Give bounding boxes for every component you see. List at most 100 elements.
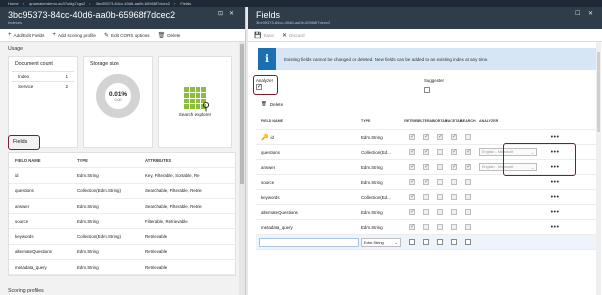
info-text: Existing fields cannot be changed or del… bbox=[284, 56, 489, 62]
attribute-checkbox[interactable] bbox=[437, 164, 443, 170]
table-row[interactable]: alternateQuestions Edm.String ••• bbox=[256, 205, 596, 220]
new-field-name-input[interactable] bbox=[259, 237, 359, 247]
table-cell: id bbox=[15, 172, 19, 178]
table-row[interactable]: answer Edm.String Searchable, Filterable, … bbox=[9, 199, 235, 215]
field-name-text: metadata_query bbox=[261, 224, 293, 230]
attribute-checkbox[interactable] bbox=[451, 163, 457, 170]
more-options-icon[interactable]: ••• bbox=[545, 179, 565, 186]
attribute-checkbox[interactable] bbox=[437, 179, 443, 185]
analyzer-toggle[interactable]: Analyzer bbox=[253, 75, 278, 95]
attribute-checkbox[interactable] bbox=[423, 133, 429, 140]
field-type: Collection(Ed... bbox=[361, 194, 391, 200]
table-row[interactable]: keywords Collection(Ed... ••• bbox=[256, 190, 596, 205]
edit-cors-button[interactable]: ✎ Edit CORS options bbox=[104, 32, 150, 39]
attribute-checkbox[interactable] bbox=[465, 194, 471, 200]
table-row[interactable]: id Edm.String Key, Filterable, Sortable, R… bbox=[9, 168, 235, 184]
more-options-icon[interactable]: ••• bbox=[545, 194, 565, 201]
attribute-checkbox[interactable] bbox=[451, 194, 457, 200]
breadcrumb-home[interactable]: Home bbox=[8, 1, 19, 6]
attribute-checkbox[interactable] bbox=[465, 163, 471, 170]
delete-field-button[interactable]: 🗑 Delete bbox=[261, 101, 283, 107]
index-command-bar: + Add/Edit Fields + Add scoring profile ✎ E… bbox=[0, 29, 245, 42]
right-scrollbar[interactable] bbox=[596, 42, 601, 295]
save-button[interactable]: 💾 Save bbox=[254, 32, 274, 39]
attribute-checkbox[interactable] bbox=[423, 148, 429, 155]
table-cell: Collection(Edm.String) bbox=[77, 234, 121, 240]
chevron-down-icon: ⌄ bbox=[394, 239, 398, 245]
search-explorer-icon: ⚲ bbox=[184, 87, 210, 113]
attribute-checkbox[interactable] bbox=[423, 209, 429, 215]
attribute-checkbox[interactable] bbox=[451, 209, 457, 215]
attribute-checkbox[interactable] bbox=[451, 179, 457, 185]
close-icon[interactable]: ✕ bbox=[229, 10, 234, 17]
analyzer-checkbox[interactable] bbox=[256, 83, 262, 90]
left-scrollbar[interactable] bbox=[239, 42, 245, 295]
table-cell: metadata_query bbox=[15, 264, 47, 270]
attribute-checkbox[interactable] bbox=[409, 178, 415, 185]
attribute-checkbox[interactable] bbox=[409, 148, 415, 155]
breadcrumb-index[interactable]: 3bc95373-84cc-40d6-aa0b-65968f7dcec2 bbox=[96, 1, 170, 6]
attribute-checkbox[interactable] bbox=[465, 224, 471, 230]
fields-title: Fields bbox=[256, 10, 281, 20]
attribute-checkbox[interactable] bbox=[465, 239, 471, 245]
more-options-icon[interactable]: ••• bbox=[545, 224, 565, 231]
attribute-checkbox[interactable] bbox=[465, 209, 471, 215]
attribute-checkbox[interactable] bbox=[437, 209, 443, 215]
attribute-checkbox[interactable] bbox=[409, 163, 415, 170]
left-scroll-thumb[interactable] bbox=[240, 44, 244, 184]
fields-summary-table[interactable]: FIELD NAME TYPE ATTRIBUTES id Edm.String K… bbox=[8, 152, 236, 277]
more-options-icon[interactable]: ••• bbox=[545, 209, 565, 216]
delete-index-button[interactable]: 🗑 Delete bbox=[158, 32, 181, 39]
attribute-checkbox[interactable] bbox=[423, 224, 429, 230]
table-cell: keywords bbox=[15, 234, 34, 240]
attribute-checkbox[interactable] bbox=[437, 239, 443, 245]
table-row[interactable]: keywords Collection(Edm.String) Retrievabl… bbox=[9, 229, 235, 245]
attribute-checkbox[interactable] bbox=[409, 193, 415, 200]
attribute-checkbox[interactable] bbox=[437, 224, 443, 230]
attribute-checkbox[interactable] bbox=[451, 133, 457, 140]
attribute-checkbox[interactable] bbox=[451, 224, 457, 230]
attribute-checkbox[interactable] bbox=[465, 134, 471, 140]
more-options-icon[interactable]: ••• bbox=[545, 134, 565, 141]
table-row[interactable]: source Edm.String ••• bbox=[256, 175, 596, 190]
trash-icon: 🗑 bbox=[261, 101, 267, 106]
attribute-checkbox[interactable] bbox=[437, 149, 443, 155]
attribute-checkbox[interactable] bbox=[437, 133, 443, 140]
maximize-icon[interactable]: ☐ bbox=[575, 10, 580, 17]
attribute-checkbox[interactable] bbox=[423, 178, 429, 185]
attribute-checkbox[interactable] bbox=[409, 223, 415, 230]
suggester-checkbox[interactable] bbox=[424, 87, 430, 93]
attribute-checkbox[interactable] bbox=[409, 133, 415, 140]
discard-button[interactable]: ✕ Discard bbox=[282, 32, 305, 39]
pin-icon[interactable]: ⊡ bbox=[218, 10, 223, 17]
breadcrumb-fields[interactable]: Fields bbox=[180, 1, 191, 6]
add-scoring-profile-button[interactable]: + Add scoring profile bbox=[52, 32, 96, 38]
table-row[interactable]: metadata_query Edm.String ••• bbox=[256, 220, 596, 235]
attribute-checkbox[interactable] bbox=[423, 163, 429, 170]
attribute-checkbox[interactable] bbox=[465, 179, 471, 185]
attribute-checkbox[interactable] bbox=[465, 148, 471, 155]
table-row[interactable]: source Edm.String Filterable, Retrievable bbox=[9, 214, 235, 230]
new-field-type-select[interactable]: Edm.String ⌄ bbox=[361, 237, 401, 247]
table-cell: answer bbox=[15, 203, 30, 209]
table-row[interactable]: metadata_query Edm.String Retrievable bbox=[9, 260, 235, 276]
attribute-checkbox[interactable] bbox=[423, 194, 429, 200]
add-edit-fields-button[interactable]: + Add/Edit Fields bbox=[8, 32, 44, 38]
table-row[interactable]: questions Collection(Edm.String) Searchabl… bbox=[9, 184, 235, 199]
search-explorer-tile[interactable]: ⚲ Search explorer bbox=[158, 56, 232, 148]
attribute-checkbox[interactable] bbox=[437, 194, 443, 200]
attribute-checkbox[interactable] bbox=[409, 239, 415, 245]
attribute-checkbox[interactable] bbox=[451, 239, 457, 245]
table-row[interactable]: alternateQuestions Edm.String Retrievable bbox=[9, 245, 235, 261]
right-scroll-thumb[interactable] bbox=[597, 52, 600, 132]
attribute-checkbox[interactable] bbox=[423, 239, 429, 245]
breadcrumb-service[interactable]: qnamakerdemo-ac37uldg7cgs2 bbox=[29, 1, 85, 6]
fields-heading: Fields bbox=[8, 135, 40, 150]
attribute-checkbox[interactable] bbox=[451, 148, 457, 155]
suggester-label: Suggester bbox=[424, 78, 445, 83]
storage-size-tile[interactable]: Storage size 0.01% 0.00 bbox=[83, 56, 153, 148]
close-icon[interactable]: ✕ bbox=[588, 10, 593, 17]
table-cell: Searchable, Filterable, Retrie bbox=[145, 203, 202, 209]
field-name: answer bbox=[256, 165, 361, 170]
attribute-checkbox[interactable] bbox=[409, 208, 415, 215]
